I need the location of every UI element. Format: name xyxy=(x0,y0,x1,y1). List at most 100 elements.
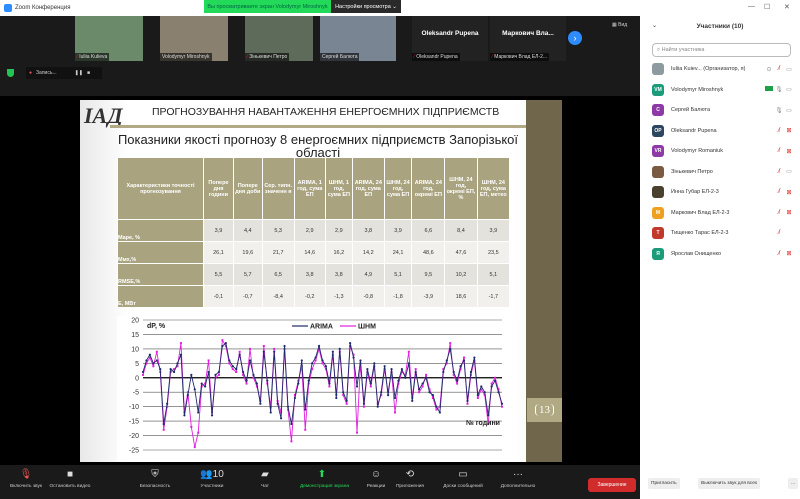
close-button[interactable]: ✕ xyxy=(784,3,790,11)
data-point xyxy=(262,350,265,353)
participant-item[interactable]: T Тищенко Тарас ЕЛ-2-3 ⁄̸ xyxy=(652,226,794,240)
data-point xyxy=(359,359,362,362)
data-point xyxy=(331,350,334,353)
security-button[interactable]: ⛨ Безопасность xyxy=(133,469,177,489)
next-page-button[interactable]: › xyxy=(568,31,582,45)
video-muted-icon[interactable]: ⊠ xyxy=(784,148,794,155)
table-cell: 5,1 xyxy=(476,263,511,286)
view-button[interactable]: ▦ Вид xyxy=(612,22,627,28)
mic-muted-icon[interactable]: ⁄̸ xyxy=(774,251,784,257)
mic-muted-icon[interactable]: ⁄̸ xyxy=(774,128,784,134)
data-point xyxy=(466,402,469,405)
data-point xyxy=(311,362,314,365)
invite-button[interactable]: Пригласить xyxy=(648,478,680,489)
unmute-button[interactable]: 🎙 Включить звук xyxy=(4,469,48,489)
data-point xyxy=(200,382,203,385)
window-title: Zoom Конференция xyxy=(15,5,71,11)
participant-search-input[interactable]: ⌕ Найти участника xyxy=(652,43,791,57)
chat-button[interactable]: ▰ Чат xyxy=(243,469,287,489)
slide-page-number: 13 xyxy=(527,398,562,422)
more-options-button[interactable]: ... xyxy=(788,478,798,489)
whiteboard-button[interactable]: ▭ Доски сообщений xyxy=(441,469,485,489)
table-cell: 14,2 xyxy=(351,241,385,264)
video-icon[interactable]: ▭ xyxy=(784,168,794,175)
data-point xyxy=(238,350,241,353)
data-point xyxy=(273,350,276,353)
participant-item[interactable]: C Сергей Балюта 🎙 ▭ xyxy=(652,103,794,117)
video-muted-icon[interactable]: ⊠ xyxy=(784,189,794,196)
video-tile[interactable]: Маркович Вла... ⁄ Маркович Влад ЕЛ-2... xyxy=(490,16,566,61)
minimize-button[interactable]: — xyxy=(748,3,755,10)
header-divider xyxy=(110,125,526,128)
mic-muted-icon[interactable]: ⁄̸ xyxy=(774,189,784,195)
data-point xyxy=(400,368,403,371)
participant-item[interactable]: VM Volodymyr Miroshnyk 🎙 ▭ xyxy=(652,83,794,97)
video-icon[interactable]: ▭ xyxy=(784,86,794,93)
data-point xyxy=(435,405,438,408)
table-cell: 3,8 xyxy=(351,219,385,242)
chat-icon: ▰ xyxy=(261,469,269,480)
mic-muted-icon[interactable]: ⁄̸ xyxy=(774,66,784,72)
mic-muted-icon[interactable]: ⁄̸ xyxy=(774,230,784,236)
video-tile[interactable]: Oleksandr Pupena ⁄ Oleksandr Pupena xyxy=(412,16,488,61)
search-placeholder: Найти участника xyxy=(661,47,705,53)
participant-name: Iuliia Kuiev... (Организатор, я) xyxy=(671,66,746,72)
chart-background xyxy=(117,316,517,461)
stop-recording-button[interactable]: ■ xyxy=(87,70,90,76)
apps-button[interactable]: ⟲ Приложения xyxy=(388,469,432,489)
mic-icon[interactable]: 🎙 xyxy=(774,107,784,114)
accuracy-table: Характеристики точності прогнозування Поп… xyxy=(117,157,511,308)
mic-muted-icon[interactable]: ⁄̸ xyxy=(774,169,784,175)
avatar xyxy=(652,165,664,178)
mic-muted-icon[interactable]: ⁄̸ xyxy=(774,210,784,216)
video-tile[interactable]: ⁄ Зінькевич Петро xyxy=(245,16,313,61)
data-point xyxy=(290,422,293,426)
data-point xyxy=(501,405,503,408)
data-point xyxy=(255,382,259,385)
data-point xyxy=(249,347,252,350)
table-cell: 3,8 xyxy=(324,263,353,286)
view-options-button[interactable]: Настройки просмотра ⌄ xyxy=(331,0,401,13)
participant-item[interactable]: Iuliia Kuiev... (Организатор, я) ⊙ ⁄̸ ▭ xyxy=(652,62,794,76)
data-point xyxy=(362,402,366,405)
data-point xyxy=(356,431,359,434)
more-button[interactable]: ··· Дополнительно xyxy=(496,469,540,489)
data-point xyxy=(456,382,459,385)
tile-name-label: Сергей Балюта xyxy=(320,53,360,61)
video-icon[interactable]: ▭ xyxy=(784,107,794,114)
maximize-button[interactable]: ☐ xyxy=(764,3,770,11)
video-tile[interactable]: Сергей Балюта xyxy=(320,16,396,61)
video-muted-icon[interactable]: ⊠ xyxy=(784,250,794,257)
share-button[interactable]: ⬆ Демонстрация экрана xyxy=(300,469,349,489)
avatar: VR xyxy=(652,145,664,157)
end-meeting-button[interactable]: Завершение xyxy=(588,478,636,492)
participants-button[interactable]: 👥10 Участники xyxy=(190,469,234,489)
table-cell: 3,9 xyxy=(383,219,413,242)
video-icon[interactable]: ▭ xyxy=(784,66,794,73)
mute-all-button[interactable]: Выключить звук для всех xyxy=(698,478,761,489)
video-muted-icon[interactable]: ⊠ xyxy=(784,209,794,216)
pause-recording-button[interactable]: ❚❚ xyxy=(75,70,83,76)
tile-name: Iuliia Kulieva xyxy=(79,54,108,60)
column-header: ШНМ, 1 год, сума ЕП xyxy=(324,157,353,220)
participant-item[interactable]: OP Oleksandr Pupena ⁄̸ ⊠ xyxy=(652,124,794,138)
mic-muted-icon[interactable]: ⁄̸ xyxy=(774,148,784,154)
video-tile[interactable]: Volodymyr Miroshnyk xyxy=(160,16,228,61)
participant-item[interactable]: M Маркович Влад ЕЛ-2-3 ⁄̸ ⊠ xyxy=(652,206,794,220)
table-cell: 6,5 xyxy=(261,263,295,286)
video-tile[interactable]: ⁄ Iuliia Kulieva xyxy=(75,16,143,61)
data-point xyxy=(290,440,293,443)
participant-item[interactable]: Инна Губар ЕЛ-2-3 ⁄̸ ⊠ xyxy=(652,185,794,199)
data-point xyxy=(376,405,379,408)
participant-name: Volodymyr Miroshnyk xyxy=(671,86,724,93)
data-point xyxy=(217,373,220,376)
video-button[interactable]: ■ Остановить видео xyxy=(48,469,92,489)
video-muted-icon[interactable]: ⊠ xyxy=(784,127,794,134)
mic-icon[interactable]: 🎙 xyxy=(774,86,784,93)
participant-item[interactable]: Зінькевич Петро ⁄̸ ▭ xyxy=(652,165,794,179)
data-point xyxy=(349,342,352,345)
participant-item[interactable]: Я Ярослав Онищенко ⁄̸ ⊠ xyxy=(652,247,794,261)
recording-indicator: ● Запись... ❚❚ ■ xyxy=(26,67,102,79)
participant-item[interactable]: VR Volodymyr Romaniuk ⁄̸ ⊠ xyxy=(652,144,794,158)
table-cell: 4,4 xyxy=(232,219,263,242)
